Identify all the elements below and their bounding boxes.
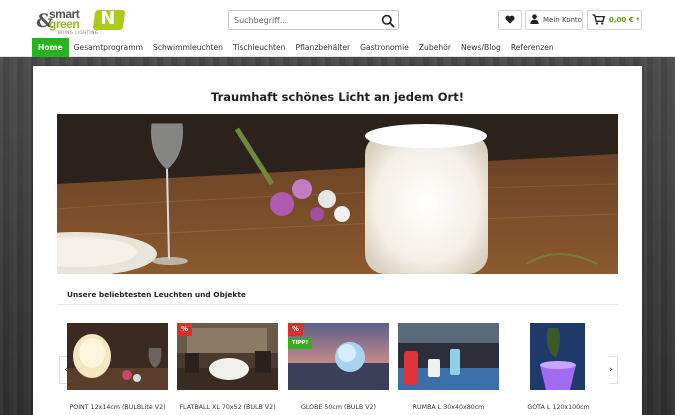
product-card[interactable]: GOTA L 120x100cm (508, 323, 609, 411)
nav-item-gesamtprogramm[interactable]: Gesamtprogramm (69, 38, 148, 57)
search-input[interactable] (229, 11, 374, 29)
tip-badge: TIPP! (288, 338, 312, 349)
heart-icon (505, 15, 515, 26)
site-header: & smart green N BRING LIGHTING Mein Kont… (0, 0, 675, 38)
chevron-right-icon: › (609, 365, 613, 375)
nav-item-news-blog[interactable]: News/Blog (456, 38, 506, 57)
product-card[interactable]: POINT 12x14cm (BULBLite V2) (67, 323, 168, 411)
search-box (228, 10, 399, 30)
user-icon (530, 14, 539, 26)
nav-item-referenzen[interactable]: Referenzen (506, 38, 559, 57)
cart-icon (592, 13, 606, 27)
nav-item-tischleuchten[interactable]: Tischleuchten (228, 38, 291, 57)
cart-button[interactable]: 0,00 € * (587, 10, 642, 30)
nav-item-schwimmleuchten[interactable]: Schwimmleuchten (148, 38, 228, 57)
product-card[interactable]: RUMBA L 30x40x80cm (398, 323, 499, 411)
product-image[interactable]: % TIPP! (288, 323, 389, 390)
product-name[interactable]: RUMBA L 30x40x80cm (388, 404, 509, 411)
nav-item-pflanzbehaelter[interactable]: Pflanzbehälter (290, 38, 355, 57)
product-image[interactable]: % (177, 323, 278, 390)
content-card: Traumhaft schönes Licht an jedem Ort! Un… (33, 66, 642, 415)
hero-banner-image (57, 114, 618, 274)
nav-item-home[interactable]: Home (32, 38, 69, 57)
search-icon[interactable] (381, 13, 395, 28)
product-image[interactable] (398, 323, 499, 390)
cart-amount: 0,00 € * (609, 16, 640, 24)
product-name[interactable]: GOTA L 120x100cm (498, 404, 619, 411)
logo-tagline: BRING LIGHTING (58, 30, 99, 35)
account-button[interactable]: Mein Konto (525, 10, 583, 30)
sale-badge: % (288, 323, 303, 336)
product-name[interactable]: FLATBALL XL 70x52 (BULB V2) (167, 404, 288, 411)
product-image[interactable] (67, 323, 168, 390)
logo-badge-letter: N (100, 8, 116, 29)
section-divider (57, 304, 618, 305)
account-label: Mein Konto (543, 16, 582, 24)
product-name[interactable]: POINT 12x14cm (BULBLite V2) (57, 404, 178, 411)
nav-item-zubehoer[interactable]: Zubehör (414, 38, 456, 57)
product-image[interactable] (508, 323, 609, 390)
product-card[interactable]: % TIPP! GLOBE 50cm (BULB V2) (288, 323, 389, 411)
product-name[interactable]: GLOBE 50cm (BULB V2) (278, 404, 399, 411)
logo-word-green: green (49, 17, 80, 31)
page-headline: Traumhaft schönes Licht an jedem Ort! (211, 90, 464, 104)
section-title-popular: Unsere beliebtesten Leuchten und Objekte (67, 290, 246, 299)
sale-badge: % (177, 323, 192, 336)
nav-item-gastronomie[interactable]: Gastronomie (355, 38, 414, 57)
brand-logo[interactable]: & smart green N BRING LIGHTING (36, 8, 126, 35)
wishlist-button[interactable] (498, 10, 522, 30)
main-navigation: Home Gesamtprogramm Schwimmleuchten Tisc… (0, 38, 675, 57)
logo-badge: N (92, 8, 126, 30)
product-card[interactable]: % FLATBALL XL 70x52 (BULB V2) (177, 323, 278, 411)
